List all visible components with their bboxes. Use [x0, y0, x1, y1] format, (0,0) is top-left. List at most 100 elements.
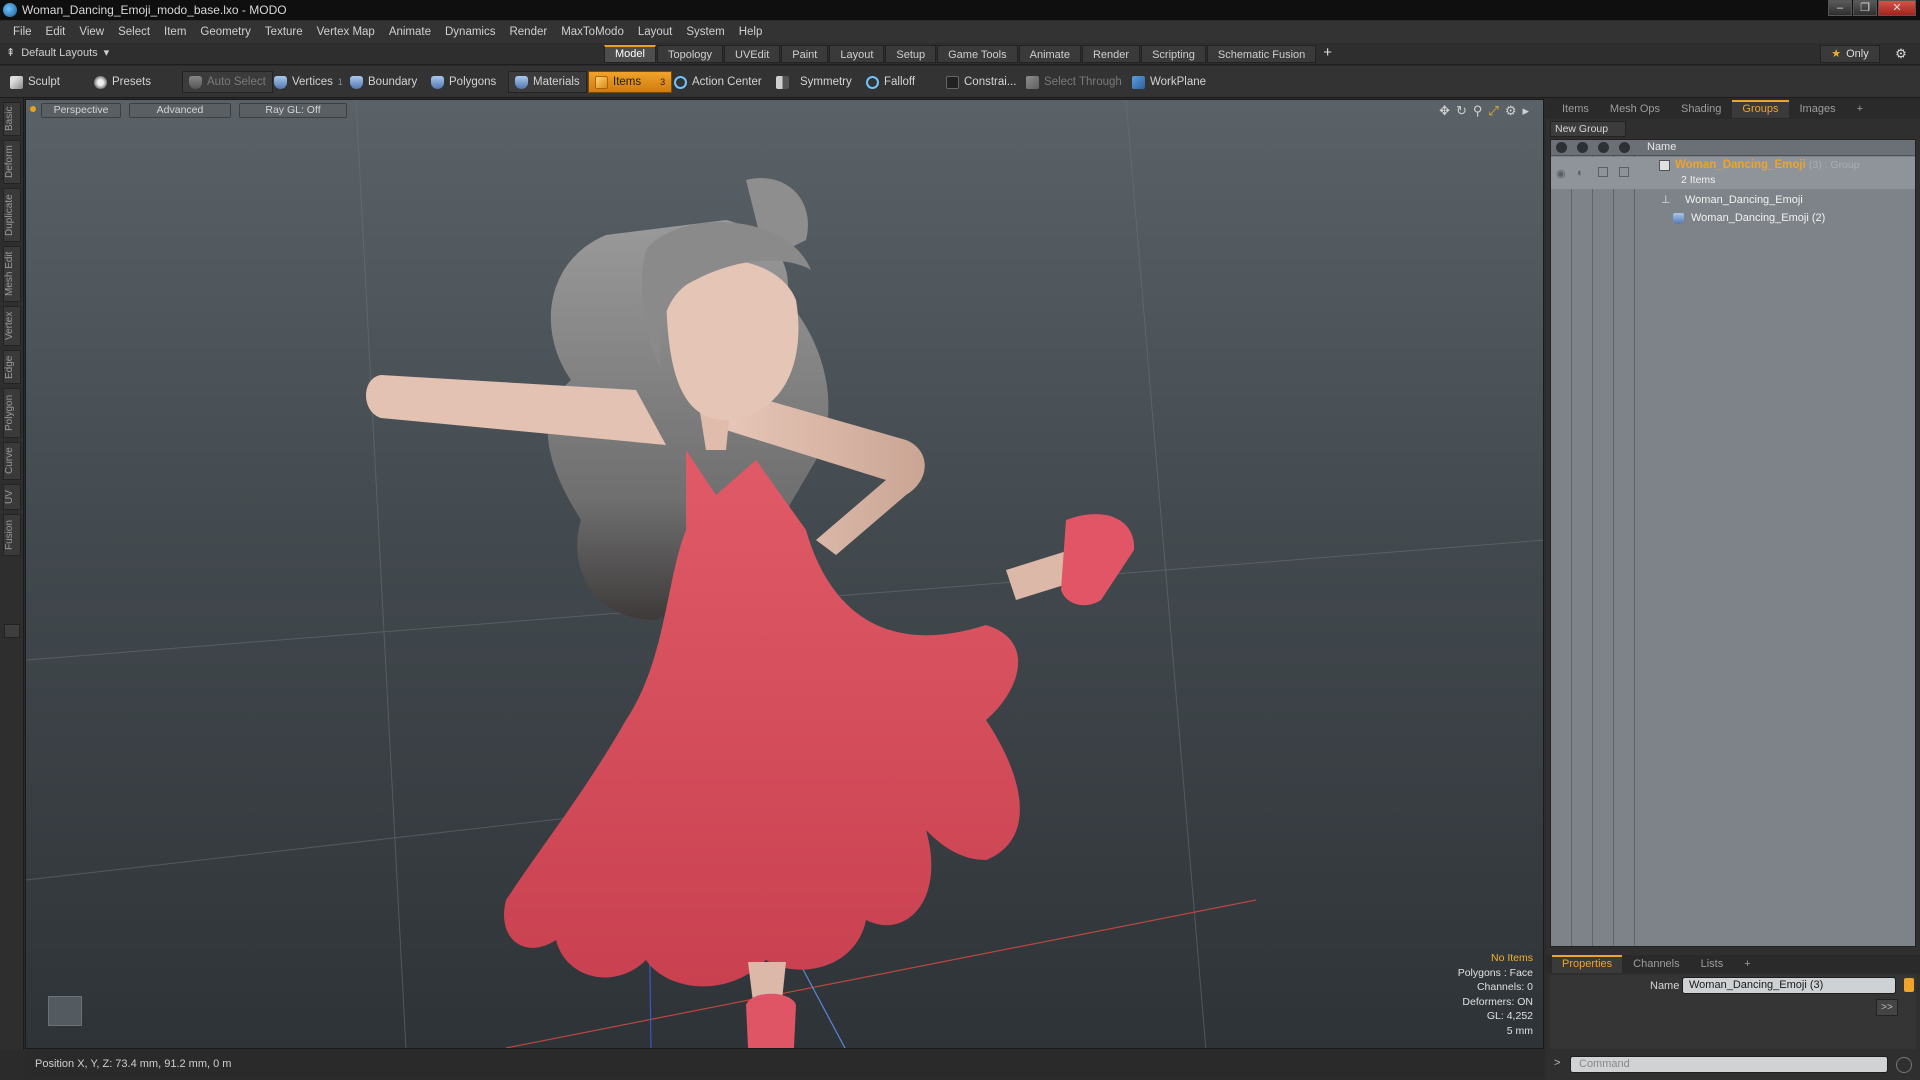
- eye-icon[interactable]: ◉: [1556, 167, 1566, 180]
- presets-button[interactable]: Presets: [88, 71, 157, 93]
- workplane-label: WorkPlane: [1150, 76, 1207, 88]
- add-panel-tab-button[interactable]: +: [1847, 100, 1873, 118]
- stat-no-items: No Items: [1490, 952, 1533, 964]
- tab-schematic-fusion[interactable]: Schematic Fusion: [1206, 45, 1317, 63]
- menu-help[interactable]: Help: [732, 26, 770, 38]
- tab-topology[interactable]: Topology: [656, 45, 724, 63]
- menu-item[interactable]: Item: [157, 26, 193, 38]
- tab-channels[interactable]: Channels: [1623, 955, 1689, 973]
- falloff-button[interactable]: Falloff: [860, 71, 921, 93]
- tab-edge[interactable]: Edge: [3, 350, 21, 384]
- tab-images[interactable]: Images: [1790, 100, 1846, 118]
- minimize-button[interactable]: –: [1828, 0, 1852, 16]
- tab-vertex[interactable]: Vertex: [3, 306, 21, 346]
- tab-paint[interactable]: Paint: [781, 45, 829, 63]
- group-row[interactable]: ◉ ◐ Woman_Dancing_Emoji (3) : Group 2 It…: [1551, 157, 1915, 189]
- tab-model[interactable]: Model: [604, 45, 656, 63]
- add-layout-tab-button[interactable]: +: [1317, 45, 1338, 63]
- new-group-button[interactable]: New Group: [1550, 121, 1626, 137]
- name-field[interactable]: Woman_Dancing_Emoji (3): [1682, 977, 1896, 994]
- viewport-stats: No Items Polygons : Face Channels: 0 Def…: [1458, 951, 1533, 1038]
- expand-button[interactable]: >>: [1876, 999, 1898, 1016]
- auto-select-label: Auto Select: [207, 76, 266, 88]
- 3d-viewport[interactable]: Perspective Advanced Ray GL: Off ✥ ↻ ⚲ ⤢…: [25, 99, 1544, 1049]
- tab-items[interactable]: Items: [1552, 100, 1599, 118]
- tab-game-tools[interactable]: Game Tools: [937, 45, 1018, 63]
- command-input[interactable]: Command: [1570, 1056, 1888, 1073]
- only-button[interactable]: ★ Only: [1820, 45, 1880, 63]
- items-button[interactable]: Items 3: [588, 71, 673, 93]
- tab-uvedit[interactable]: UVEdit: [724, 45, 781, 63]
- menu-animate[interactable]: Animate: [382, 26, 438, 38]
- tab-fusion[interactable]: Fusion: [3, 514, 21, 556]
- tab-setup[interactable]: Setup: [885, 45, 937, 63]
- polygons-button[interactable]: Polygons: [425, 71, 502, 93]
- tab-animate[interactable]: Animate: [1018, 45, 1081, 63]
- add-properties-tab-button[interactable]: +: [1734, 955, 1760, 973]
- boundary-button[interactable]: Boundary: [344, 71, 423, 93]
- strip-toggle-button[interactable]: [4, 624, 20, 638]
- stat-gl: GL: 4,252: [1486, 1010, 1533, 1022]
- gear-icon[interactable]: ⚙: [1890, 45, 1912, 63]
- sculpt-button[interactable]: Sculpt: [4, 71, 66, 93]
- properties-body: Name Woman_Dancing_Emoji (3) >>: [1550, 975, 1916, 1049]
- command-prompt-icon: >: [1554, 1057, 1561, 1069]
- maximize-button[interactable]: ❐: [1853, 0, 1877, 16]
- vertices-button[interactable]: Vertices 1: [268, 71, 349, 93]
- tab-mesh-ops[interactable]: Mesh Ops: [1600, 100, 1670, 118]
- menu-select[interactable]: Select: [111, 26, 157, 38]
- menu-view[interactable]: View: [72, 26, 111, 38]
- tab-curve[interactable]: Curve: [3, 442, 21, 480]
- menu-edit[interactable]: Edit: [39, 26, 73, 38]
- tab-groups[interactable]: Groups: [1732, 100, 1789, 118]
- tab-lists[interactable]: Lists: [1691, 955, 1734, 973]
- menu-system[interactable]: System: [679, 26, 731, 38]
- tab-basic[interactable]: Basic: [3, 102, 21, 136]
- workplane-icon: [1132, 75, 1145, 89]
- tab-render[interactable]: Render: [1081, 45, 1141, 63]
- materials-icon: [515, 75, 528, 89]
- lock-toggle[interactable]: [1598, 167, 1608, 177]
- symmetry-button[interactable]: Symmetry: [770, 71, 858, 93]
- command-history-icon[interactable]: [1896, 1057, 1912, 1073]
- stat-channels: Channels: 0: [1476, 981, 1533, 993]
- workplane-button[interactable]: WorkPlane: [1126, 71, 1212, 93]
- items-icon: [595, 75, 608, 89]
- tab-shading[interactable]: Shading: [1671, 100, 1731, 118]
- close-button[interactable]: ✕: [1878, 0, 1916, 16]
- materials-button[interactable]: Materials: [508, 71, 587, 93]
- title-bar: Woman_Dancing_Emoji_modo_base.lxo - MODO…: [0, 0, 1920, 20]
- tab-scripting[interactable]: Scripting: [1141, 45, 1206, 63]
- layout-selector[interactable]: ⇞ Default Layouts ▾: [6, 46, 109, 60]
- action-center-button[interactable]: Action Center: [668, 71, 768, 93]
- menu-layout[interactable]: Layout: [631, 26, 680, 38]
- tab-uv[interactable]: UV: [3, 484, 21, 510]
- render-toggle-icon[interactable]: ◐: [1577, 167, 1584, 179]
- select-toggle[interactable]: [1619, 167, 1629, 177]
- tree-header: Name: [1551, 140, 1915, 156]
- tab-polygon[interactable]: Polygon: [3, 388, 21, 438]
- tab-duplicate[interactable]: Duplicate: [3, 188, 21, 242]
- menu-texture[interactable]: Texture: [258, 26, 310, 38]
- items-count: 3: [660, 77, 666, 87]
- menu-render[interactable]: Render: [502, 26, 554, 38]
- menu-geometry[interactable]: Geometry: [193, 26, 258, 38]
- list-item[interactable]: Woman_Dancing_Emoji (2): [1551, 210, 1915, 226]
- menu-maxtomodo[interactable]: MaxToModo: [554, 26, 631, 38]
- name-field-indicator[interactable]: [1904, 978, 1914, 992]
- mesh-icon: [1673, 213, 1684, 224]
- constrain-button[interactable]: Constrai...: [940, 71, 1022, 93]
- auto-select-button[interactable]: Auto Select: [182, 71, 273, 93]
- presets-label: Presets: [112, 76, 151, 88]
- brush-icon: [10, 75, 23, 89]
- select-through-button[interactable]: Select Through: [1020, 71, 1128, 93]
- tab-mesh-edit[interactable]: Mesh Edit: [3, 246, 21, 302]
- menu-vertex-map[interactable]: Vertex Map: [310, 26, 382, 38]
- tab-properties[interactable]: Properties: [1552, 955, 1623, 973]
- tab-deform[interactable]: Deform: [3, 140, 21, 184]
- menu-dynamics[interactable]: Dynamics: [438, 26, 502, 38]
- list-item[interactable]: ⊥ Woman_Dancing_Emoji: [1551, 192, 1915, 208]
- name-column-header[interactable]: Name: [1647, 141, 1676, 153]
- menu-file[interactable]: File: [6, 26, 39, 38]
- tab-layout[interactable]: Layout: [829, 45, 885, 63]
